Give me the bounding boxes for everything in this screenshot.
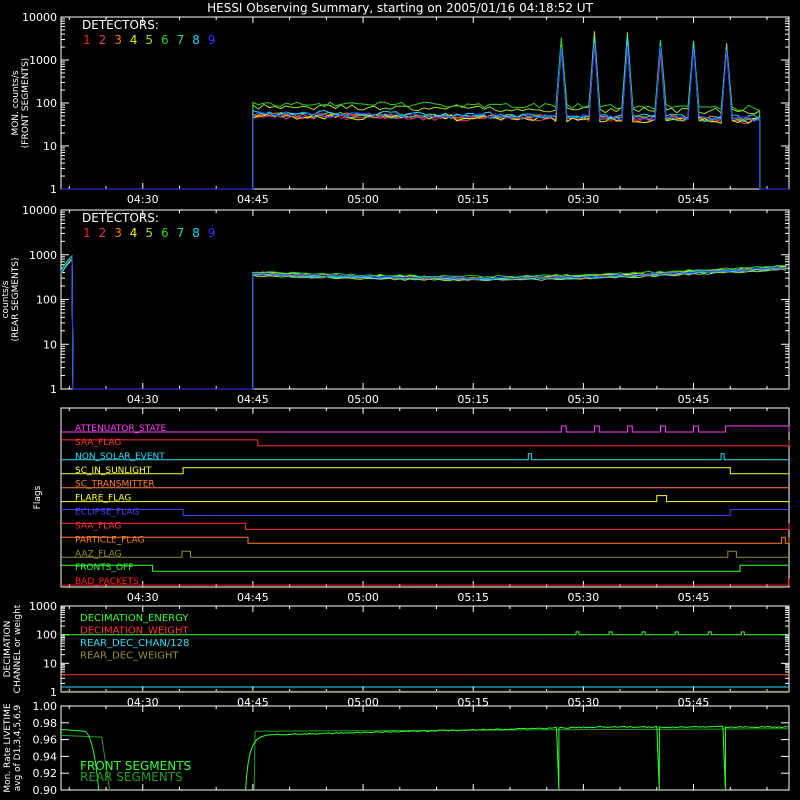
rear-detector-legend-item: 9	[208, 226, 216, 240]
dec-legend-rear-dec-weight: REAR_DEC_WEIGHT	[80, 651, 179, 662]
flags-time-tick-label: 05:30	[568, 591, 600, 604]
flag-label-flare-flag: FLARE_FLAG	[75, 494, 131, 504]
rear-detector-legend-title: DETECTORS:	[82, 211, 159, 225]
dec-y-tick-label: 1	[50, 686, 57, 699]
live-y-tick-label: 1.00	[33, 700, 58, 713]
front-time-tick-label: 04:30	[127, 193, 159, 206]
rear-time-tick-label: 04:45	[237, 393, 269, 406]
live-y-label: Mon. Rate LIVETIME	[3, 703, 13, 793]
flags-y-label: Flags	[33, 485, 43, 509]
flag-label-attenuator-state: ATTENUATOR_STATE	[75, 424, 167, 434]
dec-y-tick-label: 10	[43, 657, 57, 670]
rear-detector-legend-item: 2	[99, 226, 107, 240]
flags-time-tick-label: 04:45	[237, 591, 269, 604]
flags-time-tick-label: 05:15	[457, 591, 489, 604]
flag-label-non-solar-event: NON_SOLAR_EVENT	[75, 452, 165, 462]
live-legend-rear-segments: REAR SEGMENTS	[80, 770, 183, 784]
rear-time-tick-label: 05:00	[347, 393, 379, 406]
rear-detector-legend-item: 7	[177, 226, 185, 240]
front-time-tick-label: 04:45	[237, 193, 269, 206]
front-detector-legend-item: 2	[99, 33, 107, 47]
front-detector-legend-title: DETECTORS:	[82, 18, 159, 32]
chart-title: HESSI Observing Summary, starting on 200…	[207, 1, 593, 15]
flag-label-sc-transmitter: SC_TRANSMITTER	[75, 480, 155, 490]
flag-label-aaz-flag: AAZ_FLAG	[75, 549, 122, 559]
front-y-tick-label: 1000	[29, 54, 57, 67]
flags-time-tick-label: 05:45	[678, 591, 710, 604]
rear-time-tick-label: 05:45	[678, 393, 710, 406]
rear-y-tick-label: 10000	[22, 204, 57, 217]
rear-detector-legend-item: 6	[161, 226, 169, 240]
rear-time-tick-label: 05:30	[568, 393, 600, 406]
rear-detector-legend-item: 1	[83, 226, 91, 240]
rear-time-tick-label: 04:30	[127, 393, 159, 406]
rear-y-label: counts/s	[1, 280, 11, 318]
front-detector-legend-item: 3	[114, 33, 122, 47]
front-time-tick-label: 05:30	[568, 193, 600, 206]
rear-y-tick-label: 1	[50, 383, 57, 396]
dec-y-tick-label: 1000	[29, 600, 57, 613]
front-detector-legend-item: 6	[161, 33, 169, 47]
dec-y-tick-label: 100	[36, 629, 57, 642]
front-detector-legend-item: 1	[83, 33, 91, 47]
flags-time-tick-label: 04:30	[127, 591, 159, 604]
front-time-tick-label: 05:45	[678, 193, 710, 206]
rear-detector-legend-item: 8	[192, 226, 200, 240]
dec-legend-decimation-weight: DECIMATION_WEIGHT	[80, 626, 189, 637]
flag-label-bad-packets: BAD_PACKETS	[75, 577, 139, 587]
front-time-tick-label: 05:15	[457, 193, 489, 206]
rear-y-label: (REAR SEGMENTS)	[11, 257, 21, 341]
rear-detector-legend-item: 4	[130, 226, 138, 240]
rear-detector-legend-item: 5	[145, 226, 153, 240]
dec-legend-rear-dec-chan-128: REAR_DEC_CHAN/128	[80, 638, 189, 649]
rear-time-tick-label: 05:15	[457, 393, 489, 406]
front-y-label: MON. counts/s	[11, 70, 21, 135]
flags-time-tick-label: 05:00	[347, 591, 379, 604]
front-y-tick-label: 100	[36, 97, 57, 110]
dec-y-label: DECIMATION	[3, 621, 13, 678]
flag-label-saa-flag: SAA_FLAG	[75, 521, 121, 531]
flag-label-fronts-off: FRONTS_OFF	[75, 563, 133, 573]
rear-detector-legend-item: 3	[114, 226, 122, 240]
flag-label-particle-flag: PARTICLE_FLAG	[75, 535, 145, 545]
front-y-label: (FRONT SEGMENTS)	[21, 58, 31, 148]
front-y-tick-label: 10000	[22, 11, 57, 24]
dec-y-label: CHANNEL or weight	[13, 604, 23, 693]
front-y-tick-label: 10	[43, 140, 57, 153]
flag-label-saa-flag: SAA_FLAG	[75, 438, 121, 448]
live-y-tick-label: 0.94	[33, 750, 58, 763]
front-time-tick-label: 05:00	[347, 193, 379, 206]
live-y-tick-label: 0.92	[33, 767, 58, 780]
flag-label-eclipse-flag: ECLIPSE_FLAG	[75, 508, 139, 518]
dec-legend-decimation-energy: DECIMATION_ENERGY	[80, 613, 189, 624]
front-detector-legend-item: 7	[177, 33, 185, 47]
front-y-tick-label: 1	[50, 183, 57, 196]
front-detector-legend-item: 8	[192, 33, 200, 47]
rear-y-tick-label: 1000	[29, 249, 57, 262]
rear-y-tick-label: 100	[36, 294, 57, 307]
hessi-summary-chart: HESSI Observing Summary, starting on 200…	[0, 0, 800, 800]
live-y-tick-label: 0.90	[33, 784, 58, 797]
front-detector-legend-item: 9	[208, 33, 216, 47]
live-y-tick-label: 0.98	[33, 717, 58, 730]
flag-label-sc-in-sunlight: SC_IN_SUNLIGHT	[75, 466, 152, 476]
live-y-tick-label: 0.96	[33, 734, 58, 747]
front-detector-legend-item: 5	[145, 33, 153, 47]
front-detector-legend-item: 4	[130, 33, 138, 47]
rear-y-tick-label: 10	[43, 338, 57, 351]
live-y-label: avg of D1,3,4,5,6,9	[13, 704, 23, 791]
